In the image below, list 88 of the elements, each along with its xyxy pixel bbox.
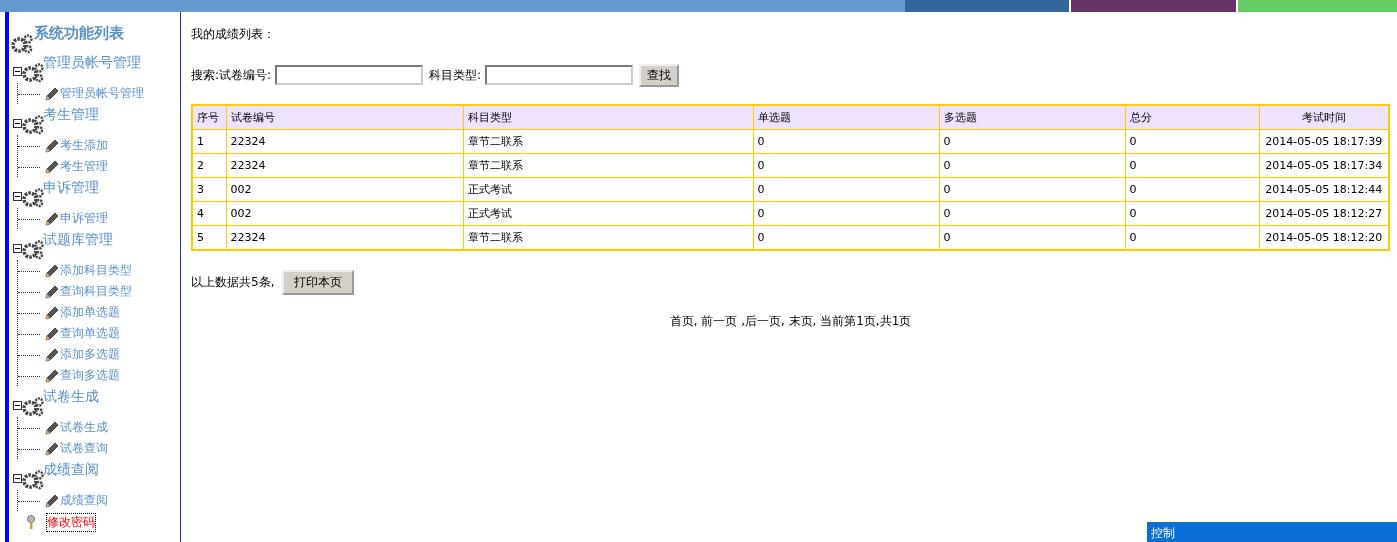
sidebar-title: 系统功能列表 <box>34 24 124 43</box>
group-label[interactable]: 管理员帐号管理 <box>43 54 141 72</box>
table-cell: 0 <box>753 201 939 226</box>
group-label[interactable]: 申诉管理 <box>43 179 99 197</box>
column-header: 总分 <box>1125 105 1259 130</box>
menu-link[interactable]: 考生添加 <box>60 137 108 154</box>
menu-link[interactable]: 添加科目类型 <box>60 262 132 279</box>
table-cell: 0 <box>753 153 939 178</box>
table-cell: 002 <box>226 177 463 202</box>
collapse-icon[interactable] <box>13 192 22 201</box>
gears-icon <box>22 63 44 83</box>
pencil-icon <box>44 283 60 300</box>
menu-link[interactable]: 添加单选题 <box>60 304 120 321</box>
table-cell: 0 <box>1125 177 1259 202</box>
menu-link[interactable]: 管理员帐号管理 <box>60 85 144 102</box>
group-label[interactable]: 成绩查阅 <box>43 461 99 479</box>
pagination: 首页, 前一页 ,后一页, 末页, 当前第1页,共1页 <box>669 314 912 328</box>
print-button[interactable]: 打印本页 <box>282 270 355 295</box>
menu-link[interactable]: 试卷生成 <box>60 419 108 436</box>
pencil-icon <box>44 419 60 436</box>
group-label[interactable]: 试题库管理 <box>43 231 113 249</box>
pencil-icon <box>44 262 60 279</box>
page-heading: 我的成绩列表： <box>191 26 276 43</box>
table-cell: 0 <box>939 129 1125 154</box>
collapse-icon[interactable] <box>13 67 22 76</box>
table-cell: 002 <box>226 201 463 226</box>
menu-link[interactable]: 试卷查询 <box>60 440 108 457</box>
menu-link[interactable]: 考生管理 <box>60 158 108 175</box>
collapse-icon[interactable] <box>13 474 22 483</box>
table-cell: 章节二联系 <box>463 129 753 154</box>
table-cell: 2 <box>192 153 226 178</box>
table-cell: 3 <box>192 177 226 202</box>
table-cell: 0 <box>753 177 939 202</box>
table-cell: 正式考试 <box>463 201 753 226</box>
gears-icon <box>22 397 44 417</box>
table-cell: 0 <box>939 153 1125 178</box>
pencil-icon <box>44 137 60 154</box>
pencil-icon <box>44 85 60 102</box>
pencil-icon <box>44 304 60 321</box>
gears-icon <box>22 115 44 135</box>
gears-icon <box>11 34 33 54</box>
pencil-icon <box>44 367 60 384</box>
menu-link[interactable]: 申诉管理 <box>60 210 108 227</box>
paper-number-field[interactable] <box>275 65 424 85</box>
menu-link[interactable]: 添加多选题 <box>60 346 120 363</box>
column-header: 单选题 <box>753 105 939 130</box>
gears-icon <box>22 240 44 260</box>
search-button[interactable]: 查找 <box>639 63 680 87</box>
pencil-icon <box>44 492 60 509</box>
column-header: 序号 <box>192 105 226 130</box>
search-label: 搜索:试卷编号: <box>191 66 272 84</box>
menu-link[interactable]: 查询单选题 <box>60 325 120 342</box>
table-cell: 22324 <box>226 153 463 178</box>
table-cell: 0 <box>1125 153 1259 178</box>
menu-link[interactable]: 成绩查阅 <box>60 492 108 509</box>
change-password-link[interactable]: 修改密码 <box>47 513 95 531</box>
table-cell: 0 <box>753 129 939 154</box>
column-header: 多选题 <box>939 105 1125 130</box>
gears-icon <box>22 470 44 490</box>
table-cell: 0 <box>939 201 1125 226</box>
table-cell: 4 <box>192 201 226 226</box>
table-cell: 章节二联系 <box>463 153 753 178</box>
column-header: 试卷编号 <box>226 105 463 130</box>
menu-link[interactable]: 查询科目类型 <box>60 283 132 300</box>
search-label: 科目类型: <box>429 66 482 84</box>
panel-title: 控制 <box>1151 526 1175 540</box>
record-count: 以上数据共5条, <box>191 274 275 291</box>
group-label[interactable]: 考生管理 <box>43 106 99 124</box>
pencil-icon <box>44 440 60 457</box>
gears-icon <box>22 188 44 208</box>
pencil-icon <box>44 325 60 342</box>
pencil-icon <box>44 158 60 175</box>
column-header: 科目类型 <box>463 105 753 130</box>
table-cell: 0 <box>939 177 1125 202</box>
column-header: 考试时间 <box>1259 105 1389 130</box>
table-cell: 0 <box>1125 129 1259 154</box>
collapse-icon[interactable] <box>13 244 22 253</box>
table-cell: 正式考试 <box>463 177 753 202</box>
menu-link[interactable]: 查询多选题 <box>60 367 120 384</box>
collapse-icon[interactable] <box>13 401 22 410</box>
pencil-icon <box>44 346 60 363</box>
table-cell: 22324 <box>226 129 463 154</box>
table-cell: 0 <box>1125 201 1259 226</box>
group-label[interactable]: 试卷生成 <box>43 388 99 406</box>
collapse-icon[interactable] <box>13 119 22 128</box>
table-cell: 1 <box>192 129 226 154</box>
pencil-icon <box>44 210 60 227</box>
subject-type-field[interactable] <box>485 65 634 85</box>
